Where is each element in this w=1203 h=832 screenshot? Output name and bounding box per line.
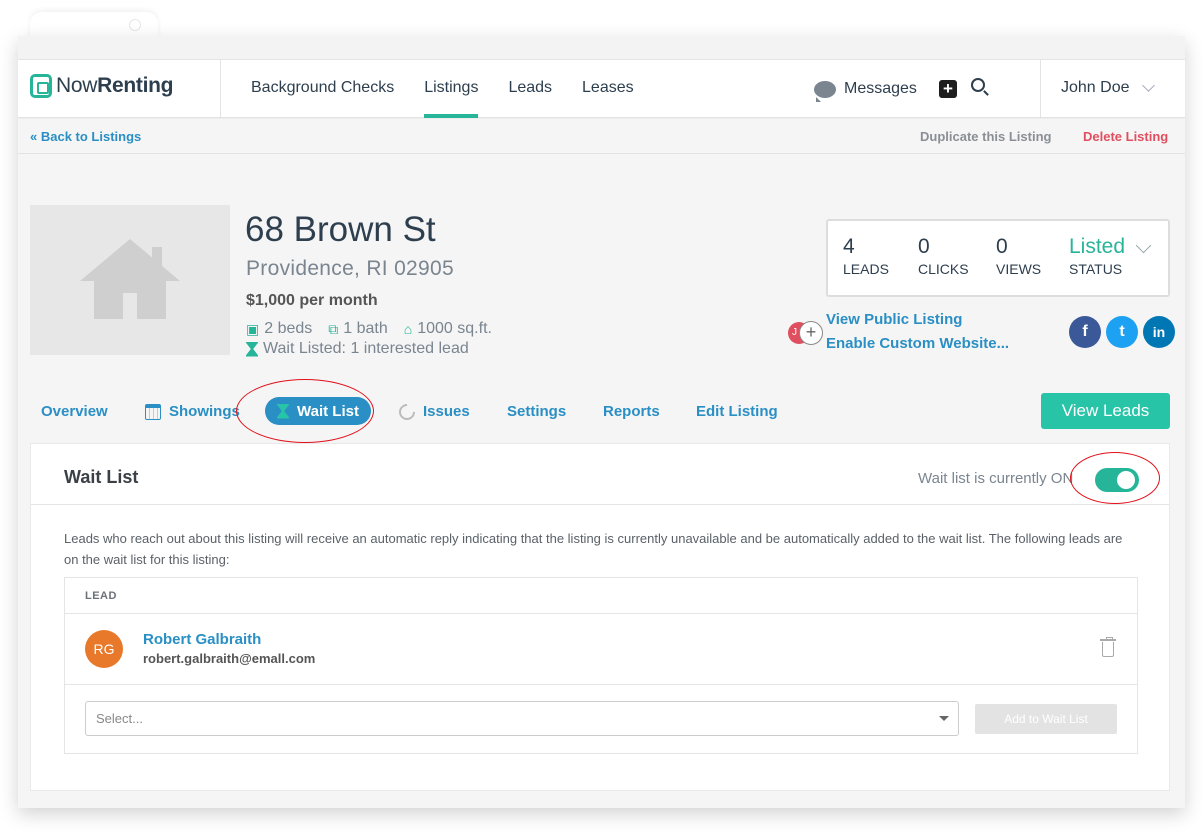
hourglass-icon: [246, 341, 258, 357]
avatar: RG: [85, 630, 123, 668]
add-collaborator-icon[interactable]: +: [799, 321, 823, 345]
lead-email: robert.galbraith@emall.com: [143, 651, 316, 666]
nav-divider: [220, 60, 221, 118]
stat-views-value: 0: [996, 235, 1008, 258]
tab-overview[interactable]: Overview: [41, 403, 108, 420]
view-leads-button[interactable]: View Leads: [1041, 393, 1170, 429]
stat-views-label: VIEWS: [996, 261, 1042, 277]
shower-icon: ⧉: [328, 320, 339, 337]
stat-status[interactable]: Listed STATUS: [1069, 235, 1125, 277]
nav-divider: [1040, 60, 1041, 118]
tab-dot-icon: [130, 20, 140, 30]
tab-edit-listing[interactable]: Edit Listing: [696, 403, 778, 420]
wait-list-table: LEAD RG Robert Galbraith robert.galbrait…: [64, 577, 1138, 754]
lead-name-link[interactable]: Robert Galbraith: [143, 631, 261, 648]
tab-showings-label: Showings: [169, 403, 240, 420]
listing-specs: ▣ 2 beds ⧉ 1 bath ⌂ 1000 sq.ft.: [246, 320, 508, 338]
messages-link[interactable]: Messages: [844, 80, 917, 98]
delete-listing-link[interactable]: Delete Listing: [1083, 129, 1168, 144]
tab-reports[interactable]: Reports: [603, 403, 660, 420]
trash-icon[interactable]: [1100, 637, 1116, 657]
calendar-icon: [145, 403, 161, 420]
waitlist-summary: Wait Listed: 1 interested lead: [246, 340, 469, 358]
add-lead-row: Select... Add to Wait List: [65, 685, 1137, 756]
listing-photo-placeholder: [30, 205, 230, 355]
nav-background-checks[interactable]: Background Checks: [251, 60, 394, 118]
duplicate-listing-link[interactable]: Duplicate this Listing: [920, 129, 1051, 144]
bed-icon: ▣: [246, 320, 260, 337]
status-chevron-down-icon[interactable]: [1135, 237, 1152, 254]
baths-count: 1 bath: [343, 320, 388, 337]
stat-clicks-label: CLICKS: [918, 261, 969, 277]
listing-action-bar: « Back to Listings Duplicate this Listin…: [18, 119, 1185, 154]
wait-list-status-text: Wait list is currently ON: [918, 470, 1074, 487]
view-public-listing-link[interactable]: View Public Listing: [826, 308, 1009, 332]
home-icon: ⌂: [403, 321, 413, 337]
wrench-icon: [395, 400, 419, 423]
nav-leases[interactable]: Leases: [582, 60, 634, 118]
logo[interactable]: NowRenting: [30, 74, 173, 98]
waitlist-summary-text: Wait Listed: 1 interested lead: [263, 340, 469, 357]
user-menu[interactable]: John Doe: [1061, 60, 1155, 116]
tab-strip: [18, 36, 1185, 60]
stat-leads[interactable]: 4 LEADS: [843, 235, 889, 277]
table-header-lead: LEAD: [65, 578, 1137, 614]
annotation-ellipse-wait-list: [236, 379, 374, 443]
tab-issues[interactable]: Issues: [395, 400, 470, 423]
stat-status-label: STATUS: [1069, 261, 1123, 277]
stat-leads-value: 4: [843, 235, 855, 258]
panel-title: Wait List: [64, 467, 139, 487]
listing-rent: $1,000 per month: [246, 292, 378, 309]
tab-settings[interactable]: Settings: [507, 403, 566, 420]
share-buttons: f t in: [1064, 316, 1175, 348]
table-row: RG Robert Galbraith robert.galbraith@ema…: [65, 614, 1137, 685]
twitter-icon[interactable]: t: [1106, 316, 1138, 348]
stat-clicks: 0 CLICKS: [918, 235, 969, 277]
area-size: 1000 sq.ft.: [417, 320, 492, 337]
add-icon[interactable]: +: [938, 80, 957, 98]
listing-stats-box: 4 LEADS 0 CLICKS 0 VIEWS Listed STATUS: [826, 219, 1170, 297]
chevron-down-icon: [1141, 79, 1155, 92]
logo-text: NowRenting: [56, 74, 174, 97]
annotation-ellipse-toggle: [1070, 452, 1160, 504]
facebook-icon[interactable]: f: [1069, 316, 1101, 348]
tab-issues-label: Issues: [423, 403, 470, 420]
back-to-listings-link[interactable]: « Back to Listings: [30, 129, 141, 144]
stat-leads-label: LEADS: [843, 261, 889, 277]
lead-select[interactable]: Select...: [85, 701, 959, 736]
logo-icon: [30, 74, 52, 98]
stat-views: 0 VIEWS: [996, 235, 1041, 277]
nav-leads[interactable]: Leads: [508, 60, 552, 118]
listing-status-value: Listed: [1069, 235, 1126, 258]
user-name: John Doe: [1061, 79, 1130, 96]
collaborators: J +: [788, 321, 828, 348]
linkedin-icon[interactable]: in: [1143, 316, 1175, 348]
wait-list-panel: Wait List Wait list is currently ON Lead…: [30, 443, 1170, 791]
listing-city: Providence, RI 02905: [246, 257, 454, 280]
tab-showings[interactable]: Showings: [145, 403, 240, 420]
top-nav: NowRenting Background Checks Listings Le…: [18, 60, 1185, 118]
chat-bubble-icon[interactable]: [814, 80, 836, 102]
panel-header: Wait List Wait list is currently ON: [31, 444, 1169, 505]
nav-listings[interactable]: Listings: [424, 60, 479, 118]
search-icon[interactable]: [970, 78, 985, 92]
stat-clicks-value: 0: [918, 235, 930, 258]
enable-custom-website-link[interactable]: Enable Custom Website...: [826, 332, 1009, 356]
beds-count: 2 beds: [264, 320, 313, 337]
app-window: NowRenting Background Checks Listings Le…: [18, 36, 1185, 808]
listing-links: View Public Listing Enable Custom Websit…: [826, 308, 1009, 356]
listing-address: 68 Brown St: [245, 210, 436, 249]
listing-tabs: Overview Showings Wait List Issues Setti…: [18, 393, 1185, 429]
house-icon: [80, 239, 180, 319]
wait-list-description: Leads who reach out about this listing w…: [64, 531, 1123, 567]
lead-select-placeholder: Select...: [96, 711, 143, 726]
caret-down-icon: [939, 716, 949, 721]
add-to-wait-list-button[interactable]: Add to Wait List: [975, 704, 1117, 734]
main-nav: Background Checks Listings Leads Leases: [251, 60, 664, 118]
nav-actions: Messages +: [814, 60, 985, 118]
